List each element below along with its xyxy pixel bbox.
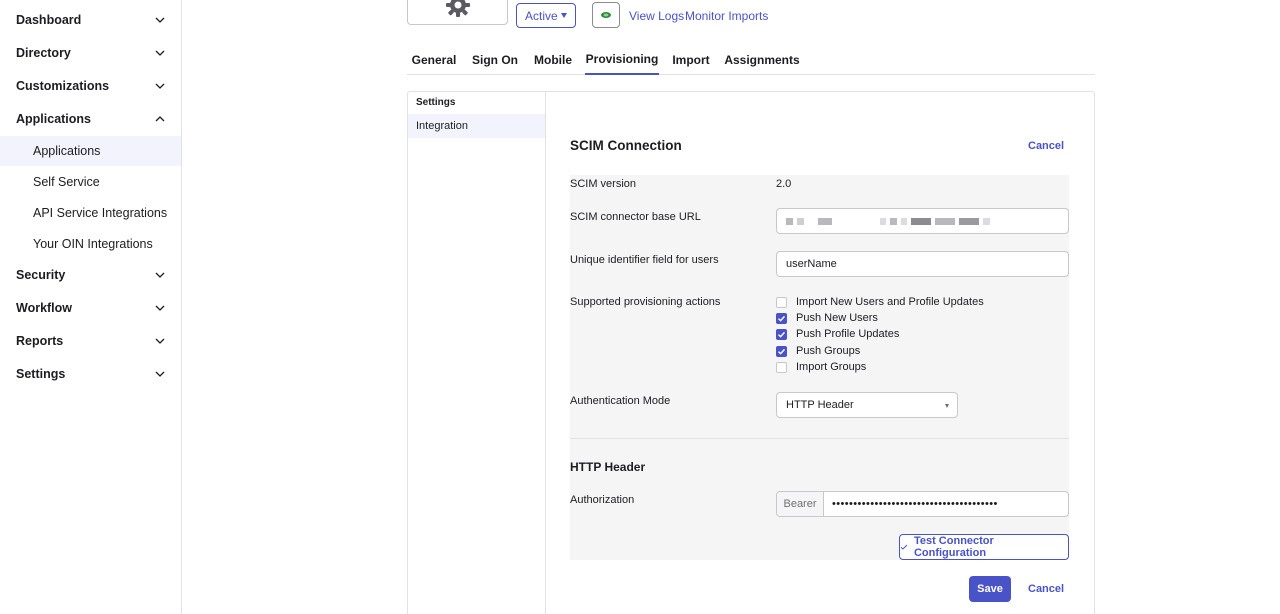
authorization-label: Authorization: [570, 494, 635, 506]
action-push-groups[interactable]: Push Groups: [776, 344, 860, 358]
unique-identifier-input[interactable]: userName: [776, 251, 1069, 277]
checkmark-icon: [778, 315, 786, 322]
cancel-top-link[interactable]: Cancel: [1028, 140, 1064, 152]
provisioning-actions-label: Supported provisioning actions: [570, 296, 721, 308]
settings-item-integration[interactable]: Integration: [408, 114, 545, 138]
settings-subnav: Settings Integration: [408, 92, 546, 614]
checkbox-unchecked[interactable]: [776, 361, 787, 373]
scim-base-url-label: SCIM connector base URL: [570, 211, 701, 223]
action-push-profile-updates[interactable]: Push Profile Updates: [776, 327, 899, 341]
authentication-mode-label: Authentication Mode: [570, 395, 671, 407]
sidebar-section-customizations[interactable]: Customizations: [0, 71, 181, 101]
authorization-token-input[interactable]: •••••••••••••••••••••••••••••••••••••••: [824, 492, 1068, 516]
settings-subnav-title: Settings: [416, 97, 456, 108]
tab-sign-on[interactable]: Sign On: [470, 45, 520, 75]
chevron-down-icon: [155, 272, 165, 278]
sidebar-section-label: Security: [16, 268, 66, 282]
sidebar-item-self-service[interactable]: Self Service: [0, 167, 181, 197]
tab-provisioning[interactable]: Provisioning: [585, 45, 659, 75]
scim-connection-heading: SCIM Connection: [570, 138, 682, 153]
http-header-heading: HTTP Header: [570, 460, 646, 474]
sidebar-item-api-service-integrations[interactable]: API Service Integrations: [0, 198, 181, 228]
checkbox-label: Push New Users: [796, 312, 878, 324]
save-button[interactable]: Save: [969, 576, 1011, 602]
action-import-groups[interactable]: Import Groups: [776, 360, 866, 374]
checkbox-label: Push Profile Updates: [796, 328, 900, 340]
sidebar: Dashboard Directory Customizations Appli…: [0, 0, 182, 614]
sidebar-section-applications[interactable]: Applications: [0, 104, 181, 134]
sidebar-item-label: Applications: [33, 144, 101, 158]
app-status-select[interactable]: Active: [516, 3, 576, 28]
action-push-new-users[interactable]: Push New Users: [776, 311, 878, 325]
action-import-new-users[interactable]: Import New Users and Profile Updates: [776, 295, 984, 309]
chevron-up-icon: [155, 116, 165, 122]
sidebar-section-security[interactable]: Security: [0, 260, 181, 290]
tab-general[interactable]: General: [407, 45, 461, 75]
checkbox-label: Import Groups: [796, 361, 867, 373]
scim-version-value: 2.0: [776, 178, 792, 190]
sidebar-item-your-oin-integrations[interactable]: Your OIN Integrations: [0, 229, 181, 259]
checkmark-icon: [778, 348, 786, 355]
chevron-down-icon: [155, 338, 165, 344]
scim-base-url-input[interactable]: [776, 208, 1069, 234]
sidebar-item-applications[interactable]: Applications: [0, 136, 181, 166]
sidebar-section-workflow[interactable]: Workflow: [0, 293, 181, 323]
sidebar-section-reports[interactable]: Reports: [0, 326, 181, 356]
sidebar-section-label: Applications: [16, 112, 92, 126]
sidebar-section-dashboard[interactable]: Dashboard: [0, 5, 181, 35]
monitor-imports-link[interactable]: Monitor Imports: [685, 9, 768, 23]
checkbox-label: Import New Users and Profile Updates: [796, 296, 984, 308]
form-divider: [570, 438, 1069, 439]
unique-identifier-label: Unique identifier field for users: [570, 254, 719, 266]
obscured-url-value: [786, 217, 990, 225]
app-tabs: General Sign On Mobile Provisioning Impo…: [407, 45, 1095, 75]
sidebar-section-settings[interactable]: Settings: [0, 359, 181, 389]
sidebar-item-label: Your OIN Integrations: [33, 237, 153, 251]
checkmark-icon: [900, 544, 908, 550]
sidebar-item-label: Self Service: [33, 175, 100, 189]
chevron-down-icon: [155, 83, 165, 89]
tab-assignments[interactable]: Assignments: [723, 45, 801, 75]
app-status-value: Active: [525, 8, 558, 23]
sidebar-section-label: Settings: [16, 367, 66, 381]
sidebar-item-label: API Service Integrations: [33, 206, 168, 220]
caret-down-icon: [561, 13, 567, 18]
sidebar-section-label: Customizations: [16, 79, 110, 93]
chevron-down-icon: [155, 305, 165, 311]
sidebar-section-label: Reports: [16, 334, 64, 348]
scim-version-label: SCIM version: [570, 178, 637, 190]
view-logs-link[interactable]: View Logs: [629, 9, 684, 23]
chevron-down-icon: [155, 17, 165, 23]
cancel-bottom-link[interactable]: Cancel: [1028, 583, 1064, 595]
tab-import[interactable]: Import: [668, 45, 714, 75]
checkbox-unchecked[interactable]: [776, 296, 787, 308]
sidebar-section-directory[interactable]: Directory: [0, 38, 181, 68]
checkmark-icon: [778, 331, 786, 338]
checkbox-checked[interactable]: [776, 328, 787, 340]
caret-down-icon: [945, 404, 949, 408]
chevron-down-icon: [155, 50, 165, 56]
bearer-prefix: Bearer: [777, 492, 824, 516]
checkbox-checked[interactable]: [776, 345, 787, 357]
app-icon-button[interactable]: [592, 2, 620, 28]
test-connector-button[interactable]: Test Connector Configuration: [899, 534, 1069, 560]
settings-item-label: Integration: [416, 120, 468, 132]
authorization-input-group: Bearer •••••••••••••••••••••••••••••••••…: [776, 491, 1069, 517]
sidebar-section-label: Workflow: [16, 301, 73, 315]
sidebar-section-label: Directory: [16, 46, 71, 60]
authentication-mode-select[interactable]: HTTP Header: [776, 392, 958, 418]
app-logo: [407, 0, 508, 25]
chevron-down-icon: [155, 371, 165, 377]
gear-icon: [445, 0, 470, 17]
test-connector-label: Test Connector Configuration: [913, 535, 994, 559]
sidebar-section-label: Dashboard: [16, 13, 82, 27]
authentication-mode-value: HTTP Header: [786, 399, 854, 411]
app-icon: [601, 12, 611, 18]
checkbox-label: Push Groups: [796, 345, 861, 357]
tab-mobile[interactable]: Mobile: [529, 45, 577, 75]
checkbox-checked[interactable]: [776, 312, 787, 324]
